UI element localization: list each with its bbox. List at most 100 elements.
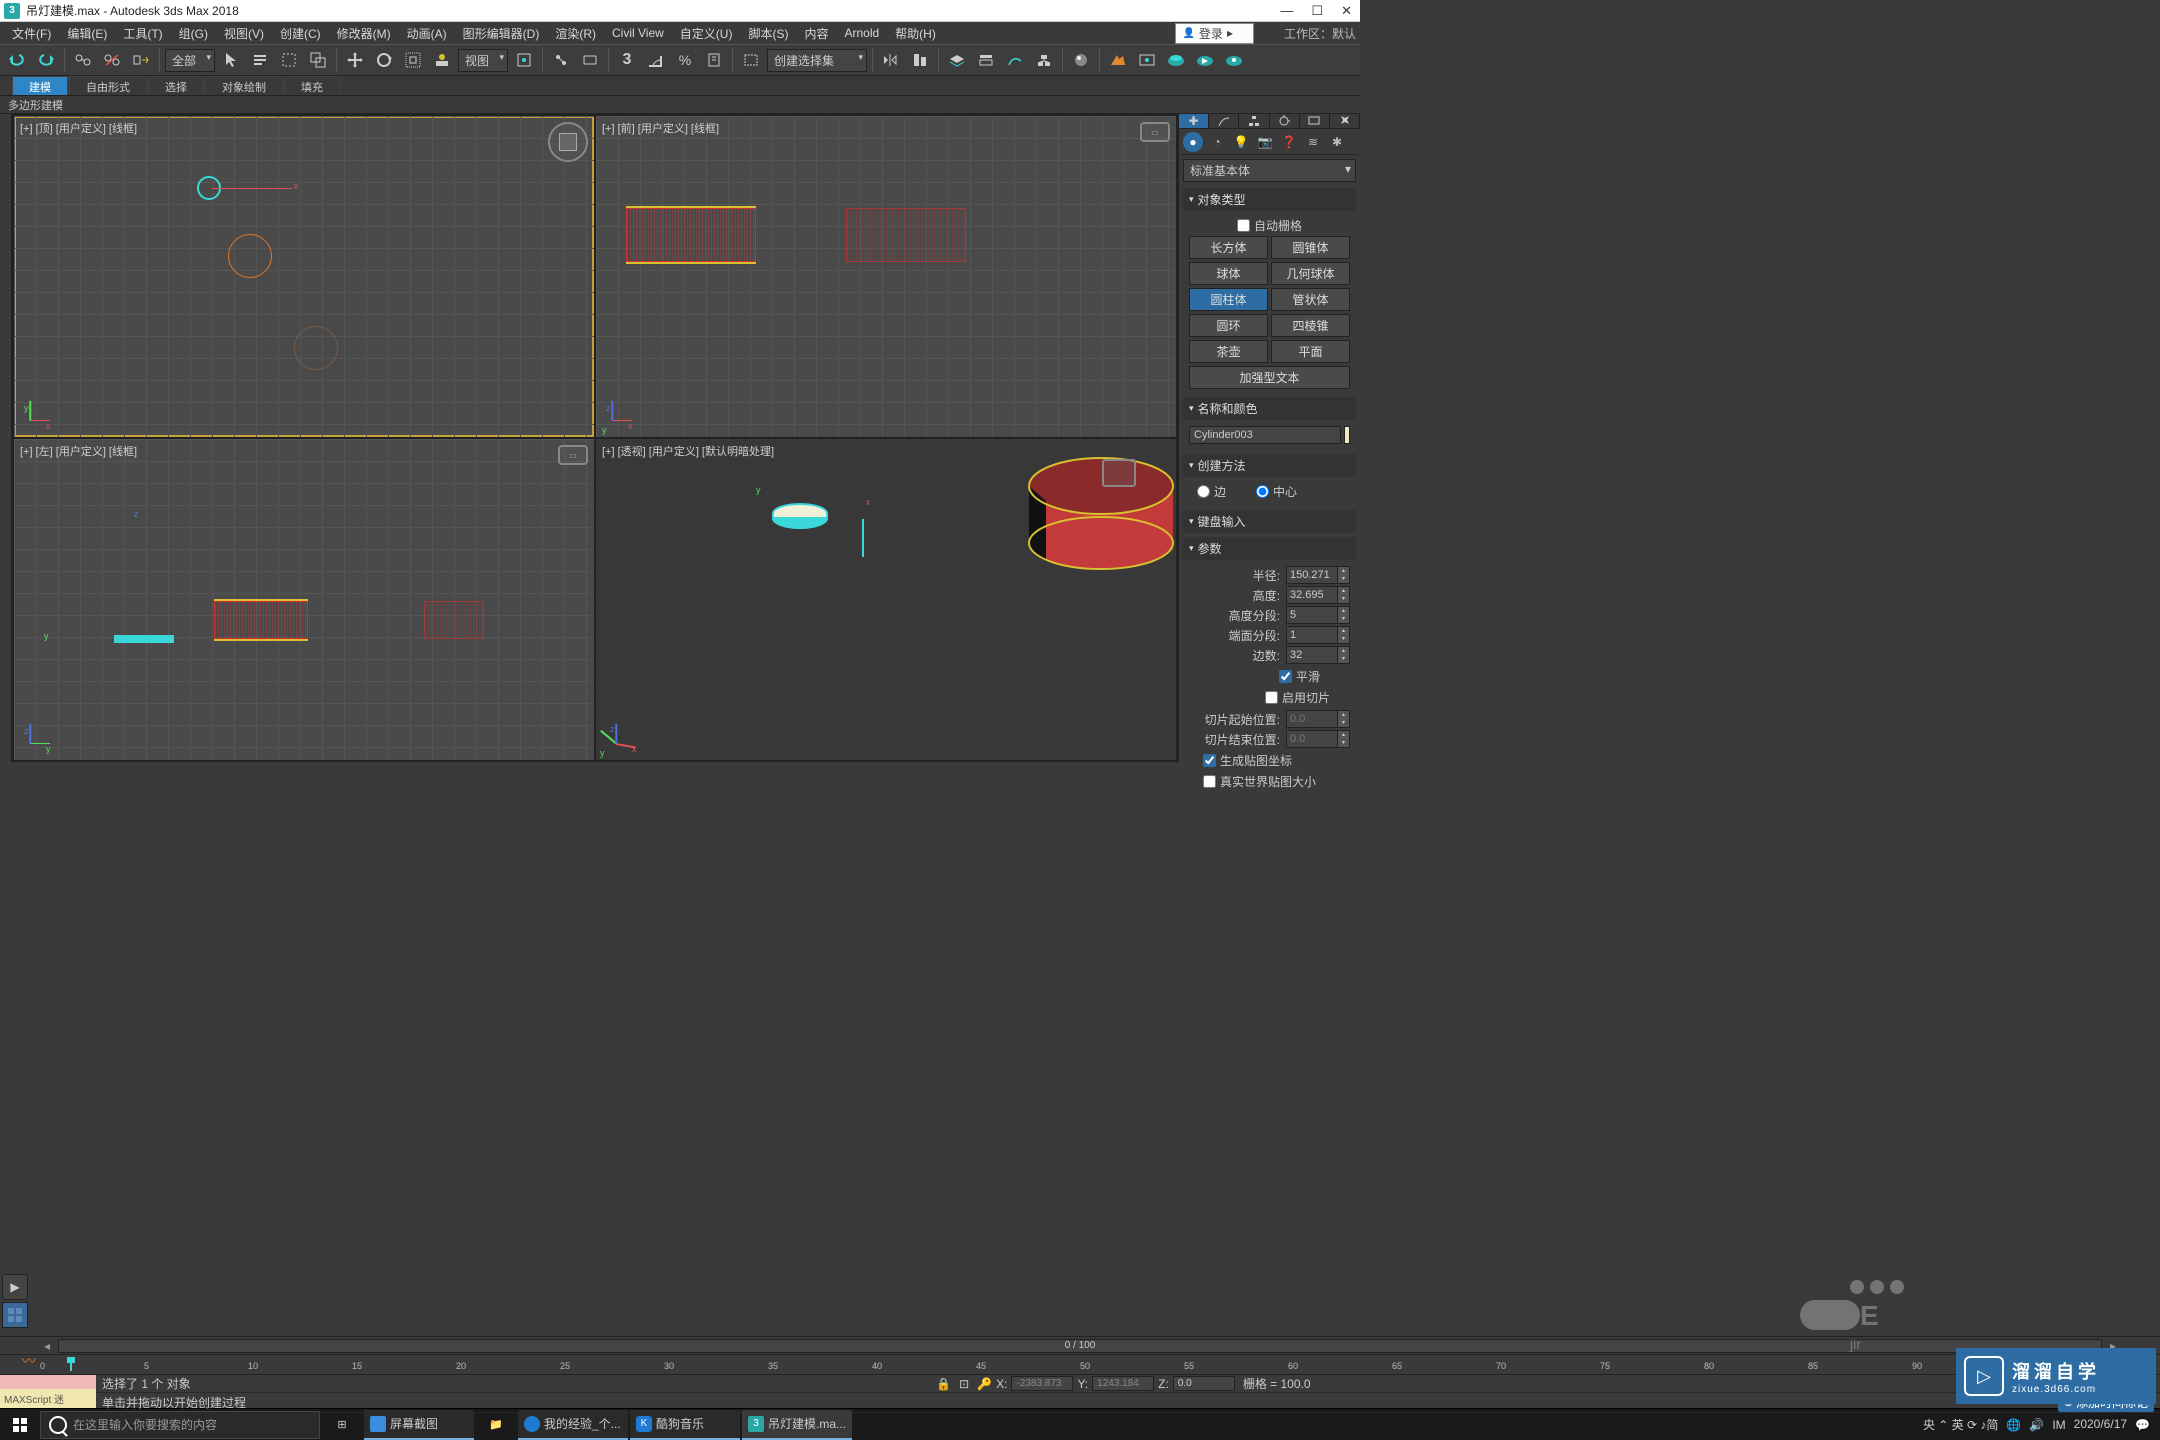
subtab-geometry[interactable]: ● [1183, 132, 1203, 152]
ribbon-tab-populate[interactable]: 填充 [284, 76, 340, 95]
viewport-play-button[interactable]: ▶ [2, 1274, 28, 1300]
viewport-top-label[interactable]: [+] [顶] [用户定义] [线框] [20, 120, 137, 136]
viewport-top[interactable]: [+] [顶] [用户定义] [线框] x x y [14, 116, 594, 437]
btn-geosphere[interactable]: 几何球体 [1271, 262, 1350, 285]
menu-tools[interactable]: 工具(T) [115, 23, 170, 44]
select-region-button[interactable] [276, 47, 302, 73]
render-preview-button[interactable] [1221, 47, 1247, 73]
undo-button[interactable] [4, 47, 30, 73]
tray-sound-icon[interactable]: 🔊 [2029, 1418, 2044, 1432]
viewport-left-label[interactable]: [+] [左] [用户定义] [线框] [20, 443, 137, 459]
menu-arnold[interactable]: Arnold [836, 24, 887, 42]
toggle-ribbon-button[interactable] [973, 47, 999, 73]
goto-end[interactable]: ⏭ [2136, 1376, 2154, 1392]
slider-next[interactable]: ▸ [2106, 1339, 2120, 1353]
poly-modeling-header[interactable]: 多边形建模 [0, 96, 1360, 114]
rollout-object-type[interactable]: 对象类型 [1183, 188, 1356, 211]
add-time-tag[interactable]: ⊕ 添加时间标记 [2058, 1393, 2154, 1412]
taskbar-search[interactable]: 在这里输入你要搜索的内容 [40, 1411, 320, 1439]
btn-teapot[interactable]: 茶壶 [1189, 340, 1268, 363]
subtab-systems[interactable]: ✱ [1327, 132, 1347, 152]
rollout-keyboard-entry[interactable]: 键盘输入 [1183, 510, 1356, 533]
coord-z[interactable]: 0.0 [1173, 1376, 1235, 1391]
select-name-button[interactable] [247, 47, 273, 73]
tab-motion[interactable] [1270, 114, 1300, 128]
autogrid-checkbox[interactable] [1237, 219, 1250, 232]
timeline[interactable]: 〰 05101520253035404550556065707580859095… [0, 1354, 2160, 1374]
tray-ime[interactable]: 央 ⌃ 英 ⟳ ♪简 [1923, 1416, 1998, 1433]
time-slider[interactable]: ◂ 0 / 100 ▸ [0, 1336, 2160, 1354]
smooth-checkbox[interactable] [1279, 670, 1292, 683]
scale-button[interactable] [400, 47, 426, 73]
ribbon-tab-modeling[interactable]: 建模 [12, 76, 68, 95]
menu-view[interactable]: 视图(V) [216, 23, 272, 44]
sides-input[interactable] [1287, 647, 1337, 663]
btn-textplus[interactable]: 加强型文本 [1189, 366, 1350, 389]
object-name-input[interactable] [1189, 426, 1341, 444]
angle-snap-button[interactable] [643, 47, 669, 73]
height-input[interactable] [1287, 587, 1337, 603]
selection-set-dropdown[interactable]: 创建选择集 [767, 49, 867, 72]
render-last-button[interactable] [1192, 47, 1218, 73]
slider-range[interactable]: 0 / 100 [58, 1339, 2102, 1353]
viewport-perspective[interactable]: [+] [透视] [用户定义] [默认明暗处理] y x z x y [596, 439, 1176, 760]
task-view-button[interactable]: ⊞ [322, 1410, 362, 1440]
next-frame[interactable]: ▸▸ [2116, 1376, 2134, 1392]
spinner-snap-button[interactable] [701, 47, 727, 73]
viewport-front[interactable]: [+] [前] [用户定义] [线框] ▭ x z y [596, 116, 1176, 437]
minimize-button[interactable]: — [1280, 3, 1293, 19]
geometry-category-dropdown[interactable]: 标准基本体 [1183, 159, 1356, 182]
maxscript-listener[interactable]: MAXScript 迷 [0, 1389, 96, 1408]
window-crossing-button[interactable] [305, 47, 331, 73]
move-button[interactable] [342, 47, 368, 73]
material-editor-button[interactable] [1068, 47, 1094, 73]
btn-pyramid[interactable]: 四棱锥 [1271, 314, 1350, 337]
menu-animation[interactable]: 动画(A) [399, 23, 455, 44]
taskbar-app-kugou[interactable]: K酷狗音乐 [630, 1410, 740, 1440]
taskbar-app-edge[interactable]: 我的经验_个... [518, 1410, 628, 1440]
placement-button[interactable] [429, 47, 455, 73]
notifications-icon[interactable]: 💬 [2135, 1418, 2150, 1432]
radio-edge[interactable]: 边 [1197, 483, 1226, 500]
slider-prev[interactable]: ◂ [40, 1339, 54, 1353]
subtab-shapes[interactable]: ◔ [1207, 132, 1227, 152]
isolate-icon[interactable]: ⊡ [959, 1377, 969, 1391]
tab-create[interactable]: ✚ [1179, 114, 1209, 128]
subtab-lights[interactable]: 💡 [1231, 132, 1251, 152]
btn-tube[interactable]: 管状体 [1271, 288, 1350, 311]
slice-checkbox[interactable] [1265, 691, 1278, 704]
prev-frame[interactable]: ◂◂ [2076, 1376, 2094, 1392]
pivot-button[interactable] [511, 47, 537, 73]
menu-help[interactable]: 帮助(H) [887, 23, 944, 44]
tray-network-icon[interactable]: 🌐 [2006, 1418, 2021, 1432]
curve-editor-button[interactable] [1002, 47, 1028, 73]
taskbar-app-screenshot[interactable]: 屏幕截图 [364, 1410, 474, 1440]
snap-toggle-button[interactable]: 3 [614, 47, 640, 73]
viewport-layout-button[interactable] [2, 1302, 28, 1328]
menu-file[interactable]: 文件(F) [4, 23, 59, 44]
viewport-left[interactable]: [+] [左] [用户定义] [线框] ▭ z y y z [14, 439, 594, 760]
viewcube-front[interactable]: ▭ [1140, 122, 1170, 142]
viewport-persp-label[interactable]: [+] [透视] [用户定义] [默认明暗处理] [602, 443, 774, 459]
radius-input[interactable] [1287, 567, 1337, 583]
ribbon-tab-freeform[interactable]: 自由形式 [69, 76, 147, 95]
rollout-parameters[interactable]: 参数 [1183, 537, 1356, 560]
btn-cone[interactable]: 圆锥体 [1271, 236, 1350, 259]
menu-render[interactable]: 渲染(R) [547, 23, 604, 44]
viewport-front-label[interactable]: [+] [前] [用户定义] [线框] [602, 120, 719, 136]
taskbar-app-3dsmax[interactable]: 3吊灯建模.ma... [742, 1410, 852, 1440]
unlink-button[interactable] [99, 47, 125, 73]
tab-utilities[interactable] [1330, 114, 1360, 128]
subtab-helpers[interactable]: ❓ [1279, 132, 1299, 152]
btn-torus[interactable]: 圆环 [1189, 314, 1268, 337]
keyboard-shortcut-button[interactable] [577, 47, 603, 73]
selection-filter-dropdown[interactable]: 全部 [165, 49, 215, 72]
clock[interactable]: 2020/6/17 [2074, 1418, 2127, 1431]
menu-edit[interactable]: 编辑(E) [59, 23, 115, 44]
viewcube-persp[interactable] [1102, 459, 1136, 487]
subtab-cameras[interactable]: 📷 [1255, 132, 1275, 152]
radio-center[interactable]: 中心 [1256, 483, 1297, 500]
menu-group[interactable]: 组(G) [171, 23, 216, 44]
named-selection-button[interactable] [738, 47, 764, 73]
menu-modifiers[interactable]: 修改器(M) [329, 23, 399, 44]
